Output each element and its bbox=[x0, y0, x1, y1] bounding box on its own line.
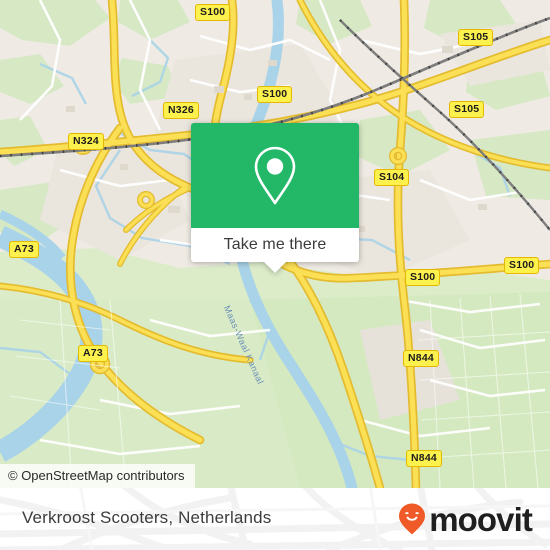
callout-pointer-tail bbox=[264, 262, 286, 273]
road-shield[interactable]: N324 bbox=[68, 133, 104, 150]
moovit-smiley-pin-icon bbox=[399, 503, 426, 535]
road-shield[interactable]: N326 bbox=[163, 102, 199, 119]
osm-attribution[interactable]: © OpenStreetMap contributors bbox=[0, 464, 195, 488]
callout-icon-area[interactable] bbox=[191, 123, 359, 228]
take-me-there-label: Take me there bbox=[223, 236, 327, 253]
road-shield[interactable]: S100 bbox=[504, 257, 540, 274]
road-shield[interactable]: A73 bbox=[9, 241, 39, 258]
take-me-there-button[interactable]: Take me there bbox=[191, 228, 359, 262]
map-pin-icon bbox=[254, 146, 296, 204]
map-canvas[interactable]: Maas-Waal Kanaal S100 S105 S100 S105 N32… bbox=[0, 0, 550, 488]
road-shield[interactable]: A73 bbox=[78, 345, 108, 362]
road-shield[interactable]: N844 bbox=[406, 450, 442, 467]
moovit-brand[interactable]: moovit bbox=[396, 500, 533, 538]
place-title: Verkroost Scooters, Netherlands bbox=[22, 508, 272, 527]
road-shield[interactable]: S100 bbox=[257, 86, 293, 103]
road-shield[interactable]: N844 bbox=[403, 350, 439, 367]
road-shield[interactable]: S100 bbox=[405, 269, 441, 286]
road-shield[interactable]: S105 bbox=[458, 29, 494, 46]
road-shield[interactable]: S104 bbox=[374, 169, 410, 186]
location-callout-card[interactable]: Take me there bbox=[191, 123, 359, 273]
road-shield[interactable]: S105 bbox=[449, 101, 485, 118]
map-screenshot: Maas-Waal Kanaal S100 S105 S100 S105 N32… bbox=[0, 0, 550, 550]
road-shield[interactable]: S100 bbox=[195, 4, 231, 21]
footer-bar: Verkroost Scooters, Netherlands moovit bbox=[0, 488, 550, 550]
moovit-wordmark: moovit bbox=[429, 500, 533, 538]
